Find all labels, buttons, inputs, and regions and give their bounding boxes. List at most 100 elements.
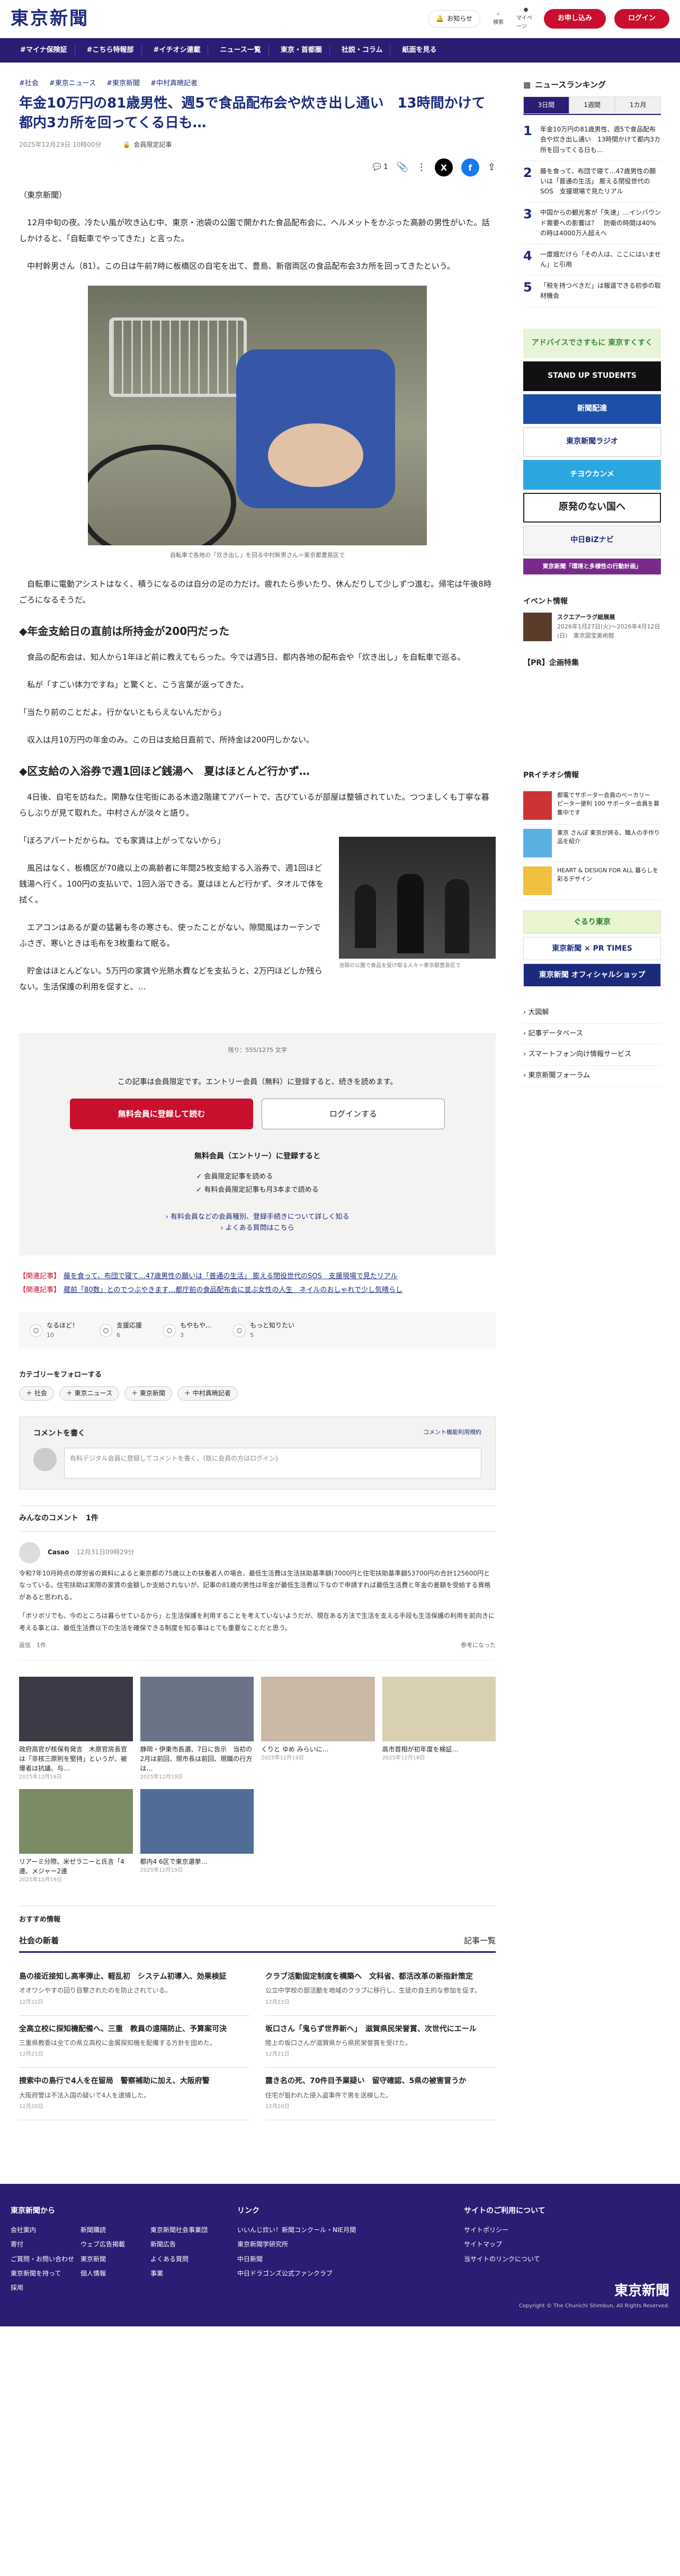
reaction-button[interactable]: ○ もやもや… 3 [163,1321,212,1340]
banner[interactable]: 東京新聞ラジオ [523,427,661,457]
pr-banner[interactable]: ぐるり東京 [523,910,661,934]
membership-info-link[interactable]: › 有料会員などの会員種別、登録手続きについて詳しく知る [166,1213,350,1221]
side-link[interactable]: › スマートフォン向け情報サービス [523,1050,631,1058]
comment-count[interactable]: 💬 1 [373,162,388,173]
news-item[interactable]: クラブ活動固定制度を構築へ 文科省、都活改革の新指針策定 公立中学校の部活動を地域… [265,1963,496,2016]
search-button[interactable]: ⌕ 検索 [489,9,508,28]
site-logo[interactable]: 東京新聞 [11,4,89,33]
footer-link[interactable]: いいんじ炊い！新聞コンクール・NIE月間 [237,2225,443,2235]
footer-link[interactable]: 中日新聞 [237,2254,443,2264]
footer-link[interactable]: 寄付 [11,2239,76,2250]
related-link[interactable]: 蔵前「80数」とのでつぶやきます…都庁前の食品配布会に並ぶ女性の人生 ネイルのお… [64,1286,402,1294]
pr-item[interactable]: 都電でサポーター会員のベーカリー ピーター便利 100 サポーター会員を募集中で… [523,787,661,825]
faq-link[interactable]: › よくある質問はこちら [220,1224,294,1232]
news-item[interactable]: 露き名の死、70件目予業疑い 留守確認、5県の被害冒うか 住宅が狙われた侵入盗事件… [265,2068,496,2120]
footer-logo[interactable]: 東京新聞 [464,2280,669,2303]
tag-link[interactable]: #東京新聞 [106,78,140,90]
footer-link[interactable]: 中日ドラゴンズ公式ファンクラブ [237,2269,443,2279]
news-card[interactable]: 都内4 6区で東京選挙… 2025年12月19日 [140,1789,254,1884]
more-link[interactable]: 記事一覧 [464,1934,496,1947]
tab-1week[interactable]: 1週間 [569,96,615,114]
side-link[interactable]: › 記事データベース [523,1030,583,1038]
comment-guide-link[interactable]: コメント機能利用規約 [423,1428,481,1439]
footer-link[interactable]: ウェブ広告掲載 [80,2239,146,2250]
footer-link[interactable]: 会社案内 [11,2225,76,2235]
nav-item[interactable]: ニュース一覧 [212,45,269,56]
news-card[interactable]: 政府高官が核保有発言 木原官房長官は「非核三原則を堅持」というが、被爆者は抗議、… [19,1677,133,1782]
pr-banner[interactable]: 東京新聞 × PR TIMES [523,936,661,960]
reaction-button[interactable]: ○ 支援応援 6 [100,1321,142,1340]
helpful-button[interactable]: 参考になった [461,1641,496,1650]
banner[interactable]: STAND UP STUDENTS [523,361,661,391]
ranking-item[interactable]: 3 中国からの観光客が「失速」…インバウンド需要への影響は？ 防衛の時間は40%の… [523,202,661,244]
share-icon[interactable]: ⇪ [488,160,496,175]
paywall-login-button[interactable]: ログインする [262,1098,445,1129]
side-link[interactable]: › 大図解 [523,1008,549,1016]
tag-link[interactable]: #中村真暁記者 [150,78,198,90]
footer-link[interactable]: ご質問・お問い合わせ [11,2254,76,2264]
nav-item[interactable]: #こちら特報部 [79,45,142,56]
news-item[interactable]: 島の接近接知し高率弾止、軽乱初 システム初導入、効果検証 オオワシやすの回り目撃さ… [19,1963,249,2016]
footer-link[interactable]: 当サイトのリンクについて [464,2254,669,2264]
footer-link[interactable]: 東京新聞 [80,2254,146,2264]
banner[interactable]: 新聞配達 [523,394,661,424]
nav-item[interactable]: #イチオシ連載 [146,45,209,56]
footer-link[interactable]: 東京新聞学研究所 [237,2239,443,2250]
news-card[interactable]: 静岡・伊東市長選、7日に告示 当初の2月は前回、現市長は前回、現職の行方は… 20… [140,1677,254,1782]
login-button[interactable]: ログイン [614,9,669,29]
footer-link[interactable]: 東京新聞社会事業団 [150,2225,216,2235]
x-share-icon[interactable]: X [434,158,453,177]
ranking-item[interactable]: 5 「税を持つべきだ」は報道できる初歩の取材機会 [523,276,661,307]
news-card[interactable]: 高市首相が初年度を検証… 2025年12月18日 [382,1677,496,1782]
banner[interactable]: アドバイスでさすもに 東京すくすく [523,328,661,358]
follow-tag[interactable]: ＋ 東京ニュース [59,1386,120,1401]
footer-link[interactable]: サイトポリシー [464,2225,669,2235]
register-free-button[interactable]: 無料会員に登録して読む [70,1098,253,1129]
notify-button[interactable]: 🔔 お知らせ [428,10,480,28]
follow-tag[interactable]: ＋ 社会 [19,1386,54,1401]
reaction-button[interactable]: ○ もっと知りたい 5 [233,1321,294,1340]
reply-button[interactable]: 返信 1件 [19,1641,46,1650]
nav-item[interactable]: 紙面を見る [395,45,444,56]
pr-item[interactable]: HEART & DESIGN FOR ALL 暮らしを彩るデザイン [523,862,661,900]
tab-1month[interactable]: 1カ月 [615,96,661,114]
banner[interactable]: 原発のない国へ [523,492,661,523]
banner[interactable]: 中日BiZナビ [523,525,661,555]
mypage-button[interactable]: ● マイページ [516,7,535,30]
footer-link[interactable]: 新聞購読 [80,2225,146,2235]
related-link[interactable]: 藤を食って、布団で寝て…47歳男性の願いは「普通の生活」 膨える閉役世代のSOS… [64,1272,398,1280]
tab-3days[interactable]: 3日間 [523,96,569,114]
news-item[interactable]: 捜索中の島行で4人を在留局 警察補助に加え、大阪府警 大阪府警は不法入国の疑いで4… [19,2068,249,2120]
news-item[interactable]: 全高立校に探知機配備へ、三重 教員の遠隔防止、予算案可決 三重県教委は全ての県立高… [19,2016,249,2068]
pr-item[interactable]: 東京 さんぽ 東京が誇る、職人の手作り品を紹介 [523,825,661,862]
clip-icon[interactable]: 📎 [396,160,408,175]
more-icon[interactable]: ⋮ [417,160,426,175]
side-link[interactable]: › 東京新聞フォーラム [523,1072,590,1079]
banner[interactable]: チヨウカンメ [523,459,661,490]
pr-banner[interactable]: 東京新聞 オフィシャルショップ [523,963,661,987]
banner[interactable]: 東京新聞「環境と多様性の行動計画」 [523,558,661,574]
footer-link[interactable]: サイトマップ [464,2239,669,2250]
tag-link[interactable]: #東京ニュース [49,78,96,90]
subscribe-button[interactable]: お申し込み [543,9,606,29]
ranking-item[interactable]: 4 一度畑だけら「その人は、ここにはいません」と引用 [523,244,661,276]
footer-link[interactable]: よくある質問 [150,2254,216,2264]
footer-link[interactable]: 事業 [150,2269,216,2279]
comment-input[interactable]: 有料デジタル会員に登録してコメントを書く。(既に会員の方はログイン) [64,1448,481,1479]
news-card[interactable]: リアーミ分際、米ゼラニーと氏言「4連、メジャー2連 2025年12月19日 [19,1789,133,1884]
facebook-share-icon[interactable]: f [461,158,479,177]
ranking-item[interactable]: 1 年金10万円の81歳男性、週5で食品配布会や炊き出し通い 13時間かけて都内3… [523,119,661,161]
follow-tag[interactable]: ＋ 中村真暁記者 [177,1386,238,1401]
reaction-button[interactable]: ○ なるほど！ 10 [30,1321,78,1340]
ranking-item[interactable]: 2 藤を食って、布団で寝て…47歳男性の願いは「普通の生活」 膨える閉役世代のSO… [523,161,661,203]
nav-item[interactable]: 東京・首都圏 [273,45,330,56]
news-item[interactable]: 坂口さん「鬼らず世界新へ」 滋賀県民栄誉賞、次世代にエール 陸上の坂口さんが滋賀県… [265,2016,496,2068]
follow-tag[interactable]: ＋ 東京新聞 [124,1386,172,1401]
news-card[interactable]: くりと ゆめ みらいに… 2025年12月19日 [261,1677,375,1782]
nav-item[interactable]: #マイナ保険証 [13,45,75,56]
footer-link[interactable]: 採用 [11,2283,76,2293]
event-item[interactable]: スクエアーラグ総展展 2026年1月27日(火)～2026年4月12日(日) 東京… [523,613,661,642]
footer-link[interactable]: 個人情報 [80,2269,146,2279]
footer-link[interactable]: 東京新聞を持って [11,2269,76,2279]
tag-link[interactable]: #社会 [19,78,39,90]
